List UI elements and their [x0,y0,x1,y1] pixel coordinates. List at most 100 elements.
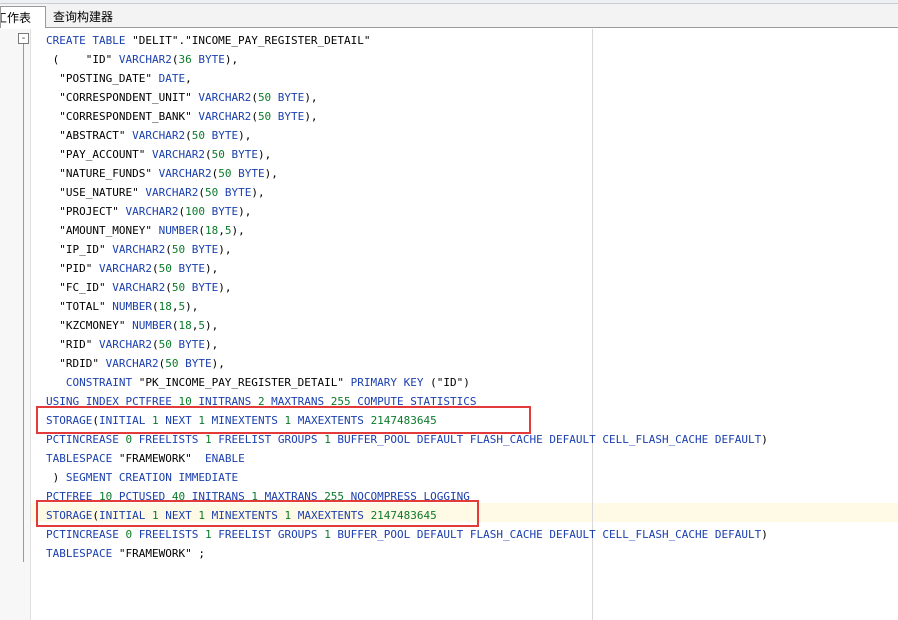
code-line[interactable]: ( "ID" VARCHAR2(36 BYTE), [46,50,239,69]
code-token: ), [304,91,318,104]
code-token: 50 [204,186,219,199]
code-token: VARCHAR2 [98,262,152,275]
code-token: 18 [158,300,172,313]
code-token: "FC_ID" [46,281,113,294]
code-token: "USE_NATURE" [46,186,146,199]
code-token: "KZCMONEY" [46,319,133,332]
code-token: BYTE [178,357,212,370]
code-line[interactable]: "ABSTRACT" VARCHAR2(50 BYTE), [46,126,251,145]
fold-guide-line [23,42,24,562]
code-token: VARCHAR2 [118,53,172,66]
code-token: 1 [204,433,212,446]
code-line[interactable]: "FC_ID" VARCHAR2(50 BYTE), [46,278,231,297]
code-token: "PROJECT" [46,205,126,218]
code-token: VARCHAR2 [112,281,166,294]
code-token: 50 [257,110,272,123]
code-token: ), [211,357,225,370]
code-token: ), [224,53,239,66]
code-token: 100 [185,205,205,218]
code-token: 1 [324,528,331,541]
code-token: ( [251,110,258,123]
code-line[interactable]: TABLESPACE "FRAMEWORK" ; [46,544,205,563]
code-line[interactable]: "IP_ID" VARCHAR2(50 BYTE), [46,240,231,259]
code-line[interactable]: "TOTAL" NUMBER(18,5), [46,297,198,316]
code-token: ( [251,91,258,104]
code-line[interactable]: "RDID" VARCHAR2(50 BYTE), [46,354,225,373]
code-token: ENABLE [204,452,245,465]
annotation-box-storage-2 [36,500,479,527]
code-token: ( [198,224,205,237]
code-line[interactable]: CREATE TABLE "DELIT"."INCOME_PAY_REGISTE… [46,31,371,50]
code-line[interactable]: "AMOUNT_MONEY" NUMBER(18,5), [46,221,245,240]
code-line[interactable]: PCTINCREASE 0 FREELISTS 1 FREELIST GROUP… [46,525,768,544]
tab-worksheet[interactable]: 工作表 [0,6,46,28]
code-token: TABLESPACE [46,452,119,465]
code-token: VARCHAR2 [145,186,199,199]
code-token: "ID" [85,53,119,66]
code-token: ), [204,262,219,275]
code-line[interactable]: TABLESPACE "FRAMEWORK" ENABLE [46,449,245,468]
gutter-divider [30,29,31,620]
editor-gutter [0,29,30,620]
code-token: ( [151,338,159,351]
code-token: DATE [158,72,186,85]
code-token: BYTE [218,186,252,199]
code-token: ), [238,129,252,142]
code-line[interactable]: "POSTING_DATE" DATE, [46,69,191,88]
code-token: PCTINCREASE [46,433,126,446]
code-line[interactable]: "KZCMONEY" NUMBER(18,5), [46,316,218,335]
code-token: ), [185,300,199,313]
code-token: ( [46,53,86,66]
code-token: "FRAMEWORK" [118,452,205,465]
code-token: "IP_ID" [46,243,113,256]
code-token: CREATE TABLE [46,34,133,47]
code-token: "ABSTRACT" [46,129,133,142]
code-line[interactable]: "PROJECT" VARCHAR2(100 BYTE), [46,202,251,221]
code-line[interactable]: "NATURE_FUNDS" VARCHAR2(50 BYTE), [46,164,278,183]
code-token: 50 [158,338,172,351]
code-line[interactable]: ) SEGMENT CREATION IMMEDIATE [46,468,238,487]
code-token: VARCHAR2 [158,167,212,180]
code-token: VARCHAR2 [125,205,179,218]
code-token: ( [204,148,212,161]
code-token: "RDID" [46,357,106,370]
code-token: ), [231,224,245,237]
code-token: 50 [171,281,186,294]
code-token: 50 [165,357,179,370]
code-token: VARCHAR2 [198,110,252,123]
code-line[interactable]: "CORRESPONDENT_UNIT" VARCHAR2(50 BYTE), [46,88,318,107]
tab-query-builder[interactable]: 查询构建器 [47,6,119,28]
code-token: BYTE [185,281,219,294]
code-token: FREELIST GROUPS [211,433,325,446]
code-token: ) [761,433,768,446]
code-token: "POSTING_DATE" [46,72,159,85]
code-token: BYTE [191,53,225,66]
code-token: ), [204,338,219,351]
code-line[interactable]: "USE_NATURE" VARCHAR2(50 BYTE), [46,183,264,202]
code-token: "AMOUNT_MONEY" [46,224,159,237]
code-line[interactable]: CONSTRAINT "PK_INCOME_PAY_REGISTER_DETAI… [46,373,470,392]
code-line[interactable]: "PAY_ACCOUNT" VARCHAR2(50 BYTE), [46,145,271,164]
code-token: ), [204,319,219,332]
code-line[interactable]: "RID" VARCHAR2(50 BYTE), [46,335,218,354]
sql-editor[interactable]: - CREATE TABLE "DELIT"."INCOME_PAY_REGIS… [0,29,898,620]
code-line[interactable]: "CORRESPONDENT_BANK" VARCHAR2(50 BYTE), [46,107,317,126]
code-token: "RID" [46,338,99,351]
code-token: ( [165,243,172,256]
code-token: FREELISTS [132,528,205,541]
code-line[interactable]: "PID" VARCHAR2(50 BYTE), [46,259,218,278]
tab-query-builder-label: 查询构建器 [53,10,114,24]
code-token: ( [198,186,205,199]
code-token: ( [165,281,172,294]
code-token: FREELIST GROUPS [211,528,325,541]
code-token: 50 [191,129,205,142]
collapse-icon[interactable]: - [18,33,29,44]
code-token: , [218,224,225,237]
code-token: ) [761,528,768,541]
code-token: 18 [204,224,219,237]
code-token: VARCHAR2 [98,338,152,351]
code-token: BYTE [204,205,239,218]
code-token: 50 [171,243,186,256]
code-token: "PAY_ACCOUNT" [46,148,152,161]
code-token: NUMBER [132,319,172,332]
